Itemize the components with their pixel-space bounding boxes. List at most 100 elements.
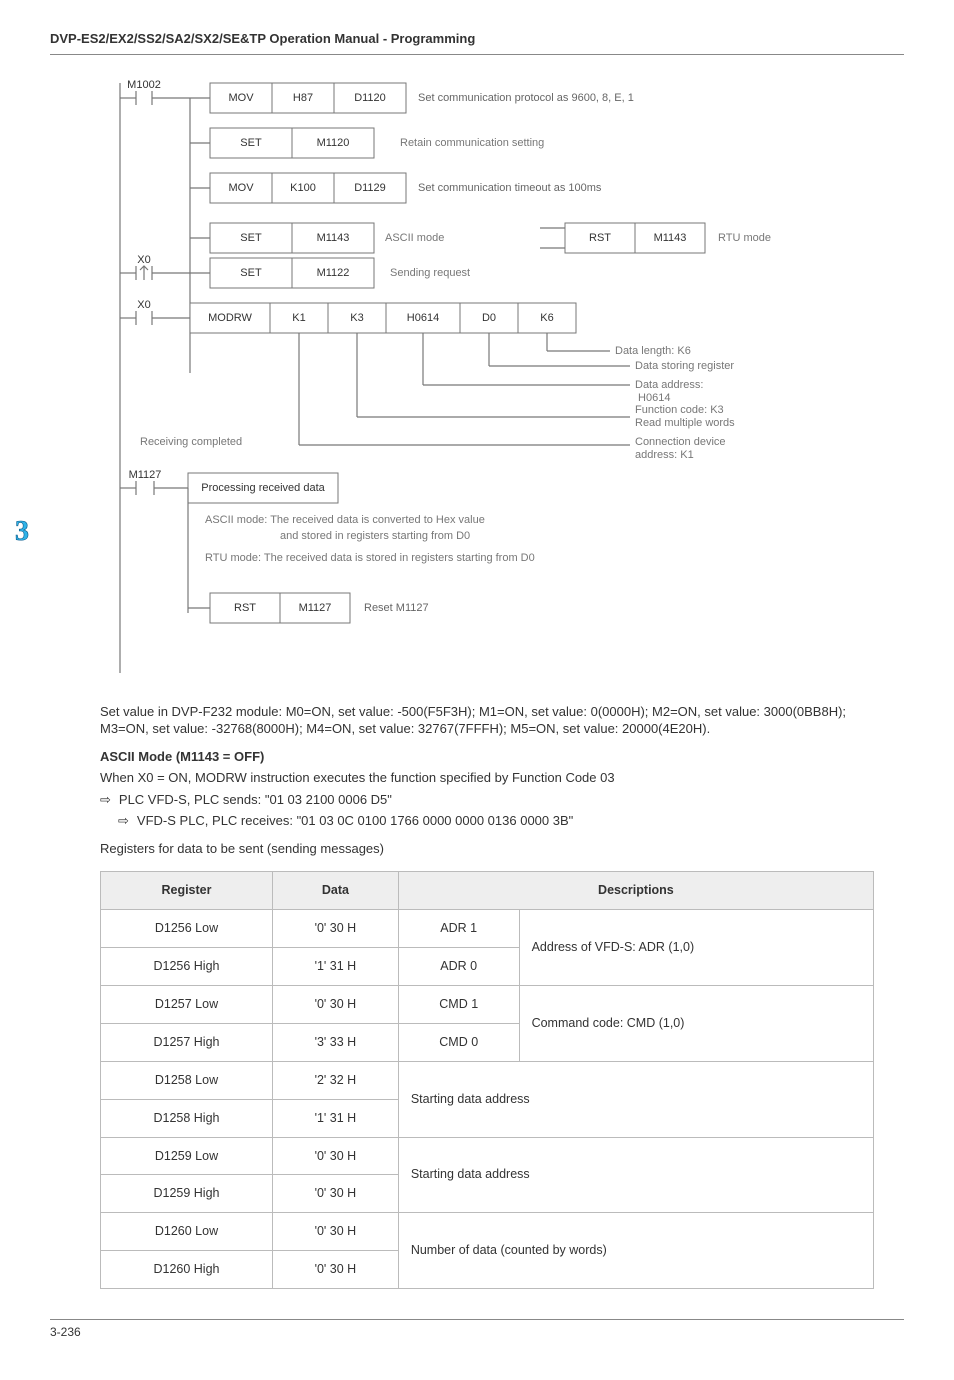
op-m1122: M1122 <box>317 266 350 278</box>
label-ascii-note1: ASCII mode: The received data is convert… <box>205 514 485 526</box>
table-cell: '0' 30 H <box>272 1213 398 1251</box>
table-cell: CMD 1 <box>398 986 519 1024</box>
svg-text:RTU mode: RTU mode <box>718 232 771 244</box>
table-cell: D1257 High <box>101 1023 273 1061</box>
label-ascii: ASCII <box>385 232 417 244</box>
inst-processing: Processing received data <box>201 481 325 493</box>
page-title: DVP-ES2/EX2/SS2/SA2/SX2/SE&TP Operation … <box>50 30 904 55</box>
inst-rst-m1143: RST <box>589 231 611 243</box>
table-cell: '3' 33 H <box>272 1023 398 1061</box>
op-m1120: M1120 <box>317 136 350 148</box>
table-cell: '1' 31 H <box>272 948 398 986</box>
svg-text:Function code: K3Read multiple: Function code: K3Read multiple words <box>635 404 735 429</box>
inst-set-m1120: SET <box>240 136 262 148</box>
op-k1: K1 <box>292 311 305 323</box>
inst-set-m1143: SET <box>240 231 262 243</box>
table-cell: '0' 30 H <box>272 986 398 1024</box>
th-descriptions: Descriptions <box>398 872 873 910</box>
table-cell: '0' 30 H <box>272 1251 398 1289</box>
callout-data-addr2: H0614 <box>635 392 670 404</box>
op-m1127: M1127 <box>299 601 332 613</box>
bullet-vfd-to-plc: ⇨ VFD-S PLC, PLC receives: "01 03 0C 010… <box>118 812 874 830</box>
table-cell: D1260 High <box>101 1251 273 1289</box>
table-cell: D1256 High <box>101 948 273 986</box>
reg-line: Registers for data to be sent (sending m… <box>100 840 874 858</box>
table-cell: '2' 32 H <box>272 1061 398 1099</box>
contact-x0-p: X0 <box>137 253 150 265</box>
table-cell: ADR 0 <box>398 948 519 986</box>
table-cell: Starting data address <box>398 1137 873 1213</box>
inst-mov: MOV <box>228 91 254 103</box>
ascii-heading: ASCII Mode (M1143 = OFF) <box>100 748 874 766</box>
svg-text:Connection deviceaddress: K1: Connection deviceaddress: K1 <box>635 436 726 461</box>
label-timeout: Set communication timeout as 100ms <box>418 182 602 194</box>
table-cell: D1257 Low <box>101 986 273 1024</box>
op-h0614: H0614 <box>407 311 439 323</box>
inst-mov-2: MOV <box>228 181 254 193</box>
bullet-text-1: PLC VFD-S, PLC sends: "01 03 2100 0006 D… <box>119 791 392 809</box>
callout-data-addr: Data address: <box>635 379 703 391</box>
label-reset-m1127: Reset M1127 <box>364 602 429 614</box>
narrative-section: Set value in DVP-F232 module: M0=ON, set… <box>100 703 874 1289</box>
op-h87: H87 <box>293 91 313 103</box>
label-ascii-note2: and stored in registers starting from D0 <box>280 530 470 542</box>
table-cell: D1260 Low <box>101 1213 273 1251</box>
register-table: Register Data Descriptions D1256 Low '0'… <box>100 871 874 1289</box>
op-m1143: M1143 <box>317 231 350 243</box>
label-recv-complete: Receiving completed <box>140 436 242 448</box>
contact-m1002: M1002 <box>127 78 161 90</box>
inst-rst-m1127: RST <box>234 601 256 613</box>
table-cell: '1' 31 H <box>272 1099 398 1137</box>
label-sending: Sending request <box>390 267 470 279</box>
table-cell: '0' 30 H <box>272 1175 398 1213</box>
label-comm-setting: Set communication protocol as 9600, 8, E… <box>418 92 634 104</box>
table-cell: D1259 Low <box>101 1137 273 1175</box>
table-cell: D1258 Low <box>101 1061 273 1099</box>
inst-modrw: MODRW <box>208 311 252 323</box>
callout-func2: Read multiple words <box>635 417 735 429</box>
table-cell: '0' 30 H <box>272 1137 398 1175</box>
callout-conn2: address: K1 <box>635 449 694 461</box>
inst-set-m1122: SET <box>240 266 262 278</box>
contact-m1127: M1127 <box>129 468 162 480</box>
bullet-text-2: VFD-S PLC, PLC receives: "01 03 0C 0100 … <box>137 812 573 830</box>
bullet-plc-to-vfd: ⇨ PLC VFD-S, PLC sends: "01 03 2100 0006… <box>100 791 874 809</box>
table-cell: D1258 High <box>101 1099 273 1137</box>
callout-data-len: Data length: K6 <box>615 345 691 357</box>
op-d1129: D1129 <box>354 181 386 193</box>
intro-text: Set value in DVP-F232 module: M0=ON, set… <box>100 703 874 738</box>
op-k100: K100 <box>290 181 316 193</box>
label-retain: Retain communication setting <box>400 137 544 149</box>
table-cell: ADR 1 <box>398 910 519 948</box>
table-cell: Command code: CMD (1,0) <box>519 986 873 1062</box>
table-cell: '0' 30 H <box>272 910 398 948</box>
ascii-line: When X0 = ON, MODRW instruction executes… <box>100 769 874 787</box>
table-cell: Address of VFD-S: ADR (1,0) <box>519 910 873 986</box>
label-rtu-note: RTU mode: The received data is stored in… <box>205 552 535 564</box>
table-cell: D1256 Low <box>101 910 273 948</box>
op-k3: K3 <box>350 311 363 323</box>
page-footer: 3-236 <box>50 1319 904 1340</box>
th-data: Data <box>272 872 398 910</box>
op-m1143-2: M1143 <box>654 231 687 243</box>
label-mode-1: mode <box>417 232 445 244</box>
callout-conn1: Connection device <box>635 436 726 448</box>
label-mode-2: mode <box>743 232 771 244</box>
svg-text:ASCII mode: ASCII mode <box>385 232 444 244</box>
op-d0: D0 <box>482 311 496 323</box>
svg-text:Data address: H0614: Data address: H0614 <box>635 379 703 404</box>
label-rtu: RTU <box>718 232 743 244</box>
table-cell: CMD 0 <box>398 1023 519 1061</box>
op-k6: K6 <box>540 311 553 323</box>
ladder-diagram: M1002 MOV H87 D1120 Set communication pr… <box>110 73 904 683</box>
contact-x0: X0 <box>137 298 150 310</box>
th-register: Register <box>101 872 273 910</box>
op-d1120: D1120 <box>354 91 386 103</box>
callout-data-reg: Data storing register <box>635 360 734 372</box>
arrow-icon: ⇨ <box>100 791 111 809</box>
table-cell: Number of data (counted by words) <box>398 1213 873 1289</box>
callout-func1: Function code: K3 <box>635 404 724 416</box>
table-cell: Starting data address <box>398 1061 873 1137</box>
table-cell: D1259 High <box>101 1175 273 1213</box>
arrow-icon: ⇨ <box>118 812 129 830</box>
